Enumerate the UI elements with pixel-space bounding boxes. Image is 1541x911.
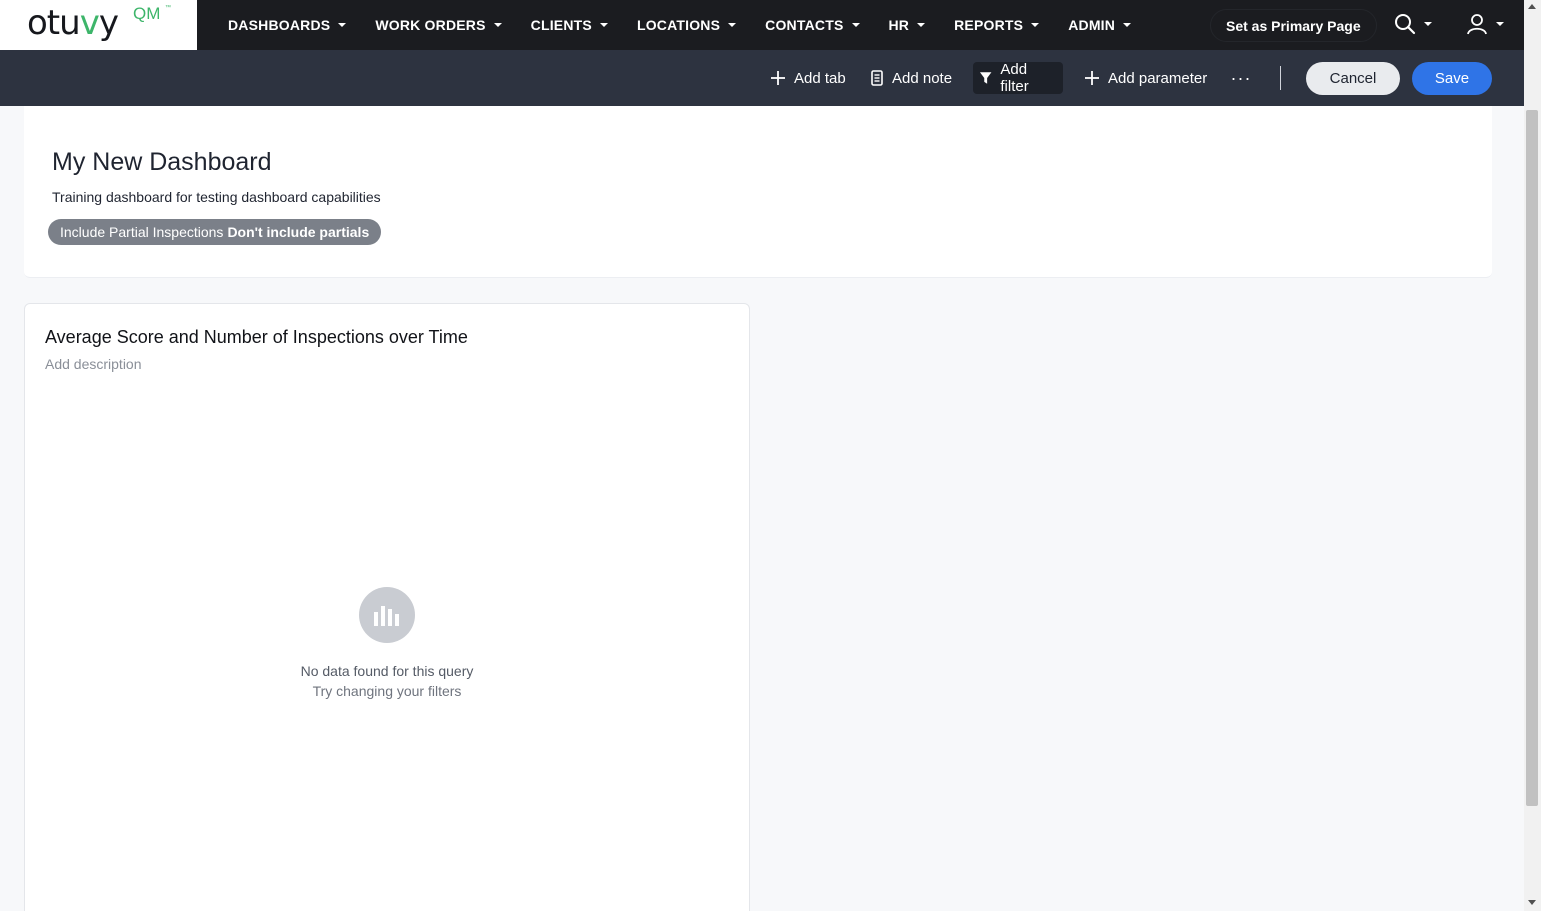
nav-item-reports[interactable]: REPORTS [954,17,1040,33]
set-primary-page-button[interactable]: Set as Primary Page [1210,9,1377,42]
caret-down-icon [917,23,926,27]
filter-icon [979,72,992,84]
caret-down-icon [338,23,347,27]
nav-item-work-orders[interactable]: WORK ORDERS [375,17,502,33]
add-filter-button[interactable]: Add filter [973,61,1063,95]
nav-item-contacts[interactable]: CONTACTS [765,17,860,33]
add-tab-label: Add tab [794,69,846,87]
add-filter-label: Add filter [1000,61,1029,95]
scrollbar-thumb[interactable] [1526,110,1538,806]
dashboard-description[interactable]: Training dashboard for testing dashboard… [52,189,381,205]
save-button[interactable]: Save [1412,62,1492,95]
caret-down-icon [1424,22,1432,26]
plus-icon [1085,71,1099,85]
add-note-label: Add note [892,69,953,87]
logo[interactable]: otuvy QM ™ [0,0,197,50]
vertical-scrollbar[interactable] [1524,0,1541,911]
nav-label: DASHBOARDS [228,17,331,33]
search-icon [1395,14,1416,35]
caret-down-icon [1123,23,1132,27]
dashboard-card[interactable]: Average Score and Number of Inspections … [24,303,750,911]
dashboard-edit-toolbar: Add tab Add note Add filter Add paramete… [0,50,1524,106]
nav-label: CLIENTS [530,17,592,33]
add-parameter-label: Add parameter [1108,69,1208,87]
scroll-down-arrow-icon[interactable] [1528,900,1536,905]
logo-wordmark: otuvy [27,3,119,43]
empty-state-hint: Try changing your filters [312,683,462,699]
search-menu-button[interactable] [1394,13,1432,35]
nav-label: ADMIN [1068,17,1116,33]
plus-icon [771,71,785,85]
user-icon [1467,14,1487,35]
logo-qm-suffix: QM [133,4,161,23]
more-options-button[interactable]: ··· [1230,62,1252,94]
empty-state-title: No data found for this query [300,663,474,679]
add-note-button[interactable]: Add note [864,62,958,94]
nav-item-hr[interactable]: HR [889,17,926,33]
nav-label: REPORTS [954,17,1024,33]
add-parameter-button[interactable]: Add parameter [1078,62,1213,94]
nav-item-admin[interactable]: ADMIN [1068,17,1132,33]
caret-down-icon [851,23,860,27]
filter-value: Don't include partials [227,224,370,240]
filter-chip-partial-inspections[interactable]: Include Partial Inspections Don't includ… [48,219,382,245]
nav-label: CONTACTS [765,17,844,33]
caret-down-icon [493,23,502,27]
cancel-button[interactable]: Cancel [1306,62,1400,95]
caret-down-icon [599,23,608,27]
nav-label: LOCATIONS [636,17,721,33]
nav-item-locations[interactable]: LOCATIONS [636,17,737,33]
dashboard-header: My New Dashboard Training dashboard for … [24,106,1492,278]
nav-label: WORK ORDERS [375,17,486,33]
card-description-placeholder[interactable]: Add description [45,356,142,372]
top-navigation-bar: otuvy QM ™ DASHBOARDS WORK ORDERS CLIENT… [0,0,1524,50]
logo-trademark: ™ [165,5,171,11]
caret-down-icon [728,23,737,27]
dashboard-title[interactable]: My New Dashboard [52,148,272,177]
scroll-up-arrow-icon[interactable] [1528,4,1536,9]
note-icon [871,70,883,86]
filter-name: Include Partial Inspections [60,224,224,240]
nav-item-dashboards[interactable]: DASHBOARDS [228,17,347,33]
caret-down-icon [1031,23,1040,27]
toolbar-divider [1280,66,1281,90]
nav-item-clients[interactable]: CLIENTS [531,17,608,33]
card-title[interactable]: Average Score and Number of Inspections … [45,327,468,348]
user-menu-button[interactable] [1466,13,1504,35]
caret-down-icon [1496,22,1504,26]
add-tab-button[interactable]: Add tab [764,62,852,94]
bar-chart-icon [359,587,415,643]
main-nav: DASHBOARDS WORK ORDERS CLIENTS LOCATIONS… [228,0,1160,50]
nav-label: HR [888,17,910,33]
